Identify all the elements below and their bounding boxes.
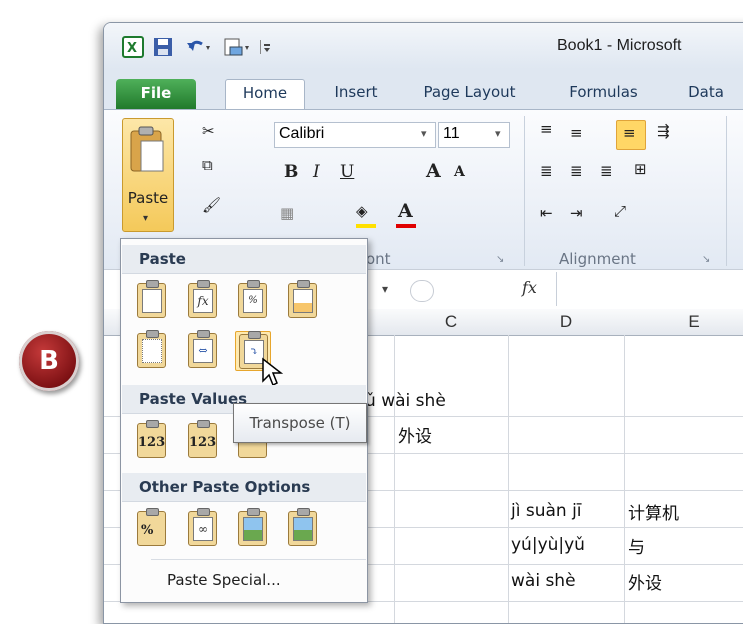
cell-e5[interactable]: 与 [628, 533, 645, 558]
title-bar: X Book1 - Microsoft [104, 23, 743, 69]
linked-picture-icon[interactable] [285, 508, 319, 547]
column-header-e[interactable]: E [624, 309, 743, 336]
step-badge: B [19, 331, 79, 391]
font-color-bar [396, 224, 416, 228]
font-size-value: 11 [443, 125, 460, 142]
fx-icon[interactable]: fx [522, 278, 537, 297]
mouse-cursor-icon [262, 357, 283, 387]
cell-d6[interactable]: wài shè [511, 571, 576, 591]
wrap-text-icon[interactable]: ⇶ [657, 122, 670, 140]
name-box-scroll[interactable] [410, 280, 434, 302]
group-divider [726, 116, 727, 266]
cell-c1[interactable]: yǔ wài shè [355, 391, 446, 411]
tab-formulas[interactable]: Formulas [556, 79, 651, 109]
transpose-tooltip: Transpose (T) [233, 403, 367, 443]
font-name-select[interactable]: Calibri ▾ [274, 122, 436, 148]
clipboard-icon [130, 126, 164, 172]
values-glyph: 123 [138, 435, 166, 450]
font-group-label: ont [366, 250, 391, 268]
values-number-format-icon[interactable]: 123 [185, 420, 219, 459]
customize-icon[interactable] [258, 36, 272, 58]
align-middle-icon[interactable]: ≡ [570, 124, 583, 142]
formulas-number-format-icon[interactable]: % [235, 280, 269, 319]
paste-label: Paste [127, 189, 169, 207]
paste-icon[interactable] [134, 280, 168, 319]
menu-divider [151, 559, 366, 560]
font-size-select[interactable]: 11 ▾ [438, 122, 510, 148]
chevron-down-icon: ▾ [143, 213, 149, 224]
undo-icon[interactable] [184, 36, 214, 58]
tab-file[interactable]: File [116, 79, 196, 109]
svg-text:X: X [127, 41, 137, 56]
column-header-d[interactable]: D [508, 309, 625, 336]
excel-icon[interactable]: X [122, 36, 144, 58]
cut-icon[interactable]: ✂ [202, 122, 215, 140]
window-title: Book1 - Microsoft [557, 37, 682, 54]
print-icon[interactable] [222, 36, 254, 58]
paste-section-header: Paste [122, 245, 366, 274]
increase-indent-icon[interactable]: ⇥ [570, 204, 583, 222]
alignment-group-label: Alignment [559, 250, 636, 268]
orientation-icon[interactable]: ⤢ [614, 202, 626, 220]
decrease-indent-icon[interactable]: ⇤ [540, 204, 553, 222]
copy-icon[interactable]: ⧉ [202, 156, 213, 174]
save-icon[interactable] [152, 36, 174, 58]
chevron-down-icon[interactable]: ▾ [382, 282, 388, 296]
ribbon-tabs: File Home Insert Page Layout Formulas Da… [104, 69, 743, 110]
chevron-down-icon: ▾ [421, 127, 427, 140]
shrink-font-icon[interactable]: A [454, 164, 465, 180]
cell-e4[interactable]: 计算机 [628, 499, 679, 524]
values-number-format-glyph: 123 [189, 435, 217, 450]
keep-source-formatting-icon[interactable] [285, 280, 319, 319]
values-icon[interactable]: 123 [134, 420, 168, 459]
format-painter-icon[interactable]: 🖌 [202, 196, 221, 214]
font-color-icon[interactable]: A [398, 200, 413, 222]
cell-c2[interactable]: 外设 [398, 422, 432, 447]
grow-font-icon[interactable]: A [426, 160, 441, 182]
italic-button[interactable]: I [313, 162, 320, 182]
fx-glyph: fx [193, 289, 213, 313]
underline-button[interactable]: U [340, 162, 354, 182]
paste-button[interactable]: Paste ▾ [122, 118, 174, 232]
other-paste-options-label: Other Paste Options [139, 478, 311, 496]
align-bottom-icon: ≡ [623, 124, 636, 142]
paste-values-section-label: Paste Values [139, 390, 248, 408]
cell-d4[interactable]: jì suàn jī [511, 501, 582, 521]
group-divider [524, 116, 525, 266]
align-left-icon[interactable]: ≣ [540, 162, 553, 180]
paste-link-icon[interactable]: ∞ [185, 508, 219, 547]
gridline [394, 335, 395, 623]
tab-insert[interactable]: Insert [321, 79, 391, 109]
align-center-icon[interactable]: ≣ [570, 162, 583, 180]
formatting-icon[interactable]: % [134, 508, 168, 547]
merge-center-icon[interactable]: ⊞ [634, 160, 647, 178]
other-paste-options-header: Other Paste Options [122, 473, 366, 502]
tab-home[interactable]: Home [225, 79, 305, 110]
dialog-launcher-icon[interactable]: ↘ [702, 254, 710, 265]
no-borders-icon[interactable] [134, 330, 168, 369]
picture-icon[interactable] [235, 508, 269, 547]
cell-e6[interactable]: 外设 [628, 569, 662, 594]
dialog-launcher-icon[interactable]: ↘ [496, 254, 504, 265]
align-right-icon[interactable]: ≣ [600, 162, 613, 180]
fill-color-icon[interactable]: ◈ [356, 202, 368, 220]
chevron-down-icon: ▾ [495, 127, 501, 140]
gridline [624, 335, 625, 623]
column-header-c[interactable]: C [394, 309, 509, 336]
paste-section-label: Paste [139, 250, 186, 268]
formulas-icon[interactable]: fx [185, 280, 219, 319]
font-name-value: Calibri [279, 125, 325, 142]
fill-color-bar [356, 224, 376, 228]
align-top-icon[interactable]: ≡ [540, 120, 553, 138]
gridline [508, 335, 509, 623]
keep-column-widths-icon[interactable]: ⇔ [185, 330, 219, 369]
tab-data[interactable]: Data [676, 79, 736, 109]
tab-page-layout[interactable]: Page Layout [407, 79, 532, 109]
cell-d5[interactable]: yú|yù|yǔ [511, 535, 585, 555]
formula-input[interactable] [556, 272, 743, 306]
borders-icon[interactable]: ▦ [280, 204, 294, 222]
bold-button[interactable]: B [284, 162, 298, 182]
paste-special-menu-item[interactable]: Paste Special... [167, 567, 337, 593]
